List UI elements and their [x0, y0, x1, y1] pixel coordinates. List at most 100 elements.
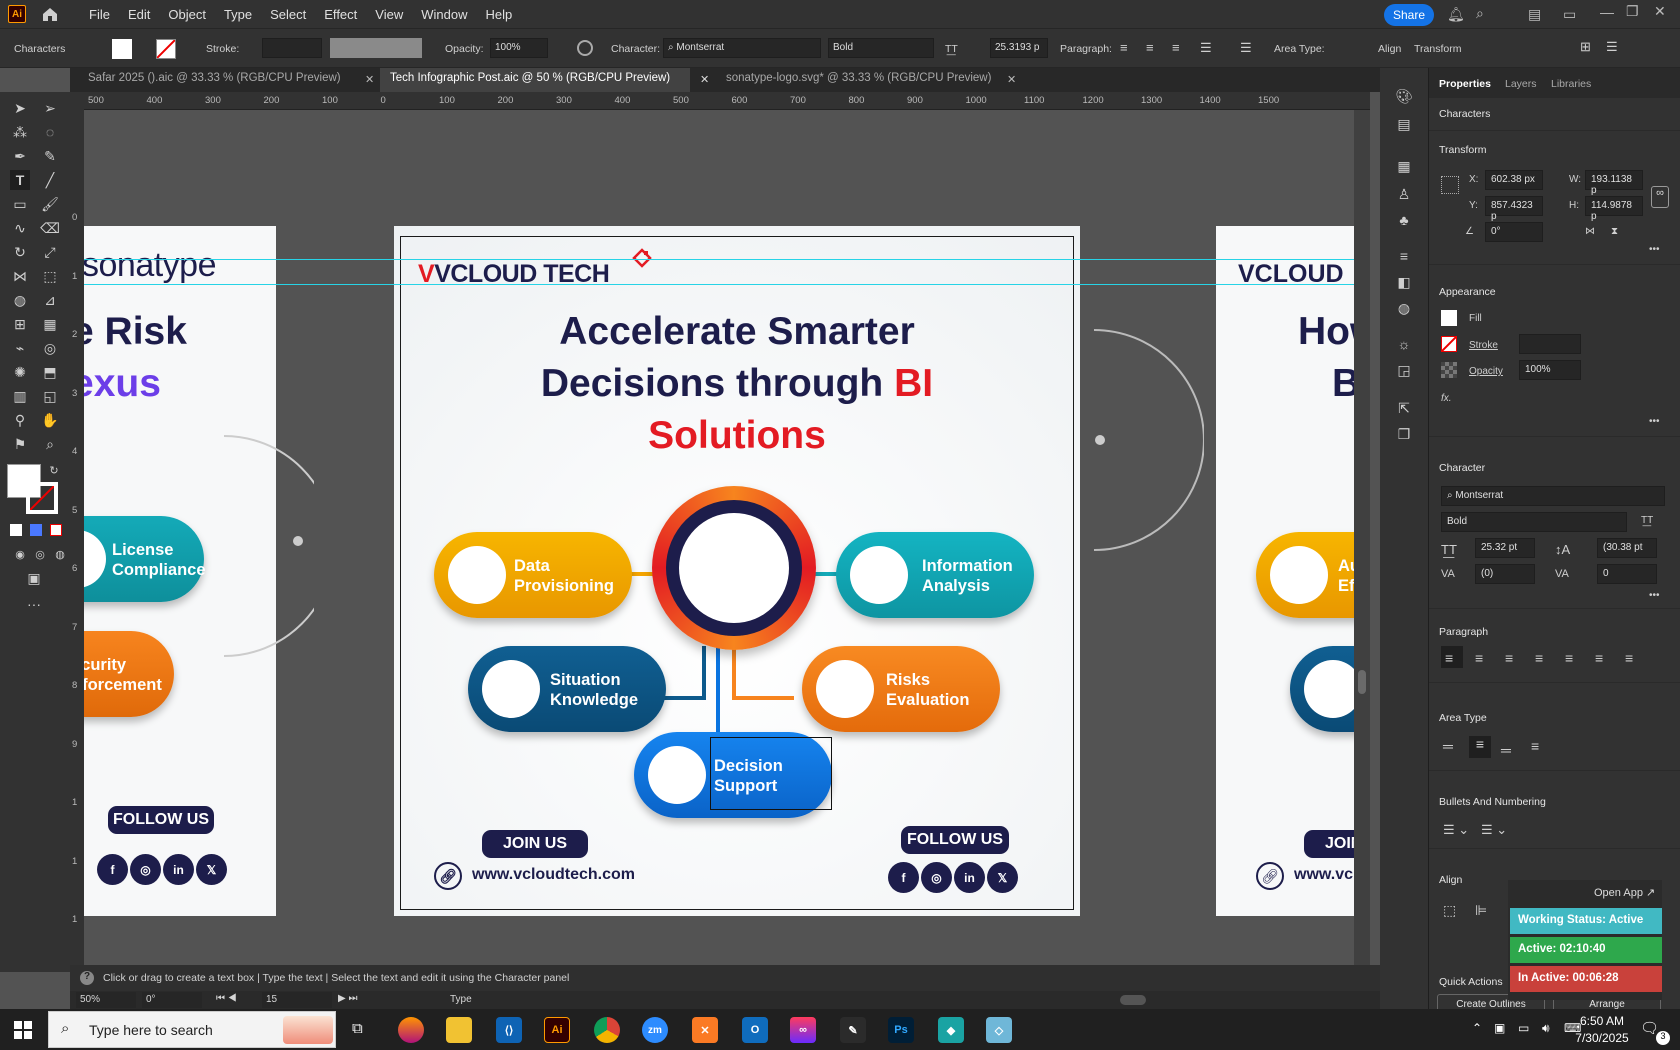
zoom-tool-icon[interactable]: ⌕ [40, 434, 60, 454]
eyedropper-sample-icon[interactable]: ⚲ [10, 410, 30, 430]
menu-select[interactable]: Select [261, 7, 315, 22]
more-tools-icon[interactable]: ··· [24, 594, 44, 614]
align-left-icon[interactable]: ≡ [1120, 40, 1128, 55]
color-panel-icon[interactable]: 🎨︎ [1394, 86, 1414, 106]
perspective-tool-icon[interactable]: ⊿ [40, 290, 60, 310]
line-tool-icon[interactable]: ╱ [40, 170, 60, 190]
bullets-icon[interactable]: ☰ [1200, 40, 1212, 56]
canvas[interactable]: sonatype e Risk exus License Compliance e… [84, 110, 1370, 965]
rotate-field[interactable]: 0° [1485, 222, 1543, 242]
artboards-icon[interactable]: ❐ [1394, 424, 1414, 444]
stroke-swatch[interactable] [1441, 336, 1457, 352]
text-selection-box[interactable] [710, 737, 832, 810]
stroke-swatch[interactable] [156, 39, 176, 59]
type-tool-icon[interactable]: T [10, 170, 30, 190]
libraries-icon[interactable]: ▦ [1394, 156, 1414, 176]
open-app-link[interactable]: Open App ↗ [1594, 886, 1655, 899]
zoom-select[interactable]: 50% [76, 992, 136, 1008]
shape-builder-tool-icon[interactable]: ◍ [10, 290, 30, 310]
rotation-select[interactable]: 0° [142, 992, 202, 1008]
screen-mode-icon[interactable]: ▣ [24, 568, 44, 588]
font-style-select[interactable]: Bold [1441, 512, 1627, 532]
align-center-icon[interactable]: ≡ [1146, 40, 1154, 55]
flip-vertical-icon[interactable]: ⧗ [1611, 226, 1618, 237]
menu-window[interactable]: Window [412, 7, 476, 22]
gradient-panel-icon[interactable]: ◧ [1394, 272, 1414, 292]
horizontal-scrollbar-thumb[interactable] [1120, 995, 1146, 1005]
draw-inside-icon[interactable]: ◍ [50, 544, 70, 564]
more-options-icon[interactable]: ••• [1649, 244, 1660, 255]
justify-all-icon[interactable]: ≡ [1625, 650, 1633, 666]
width-field[interactable]: 193.1138 p [1585, 170, 1643, 196]
tab-close-icon[interactable]: ✕ [365, 73, 374, 86]
font-size-field[interactable]: 25.3193 p [990, 38, 1048, 58]
curvature-tool-icon[interactable]: ✎ [40, 146, 60, 166]
hand-tool-icon[interactable]: ✋ [40, 410, 60, 430]
artboard-right[interactable]: VCLOUD How Ba AutoEffic JOIN US 🔗︎ www.v… [1216, 226, 1370, 916]
illustrator-icon[interactable]: Ai [544, 1017, 570, 1043]
taskbar-search-box[interactable]: ⌕ Type here to search [48, 1011, 336, 1048]
pen-tool-icon[interactable]: ✒ [10, 146, 30, 166]
menu-object[interactable]: Object [159, 7, 215, 22]
width-tool-icon[interactable]: ⋈ [10, 266, 30, 286]
share-button[interactable]: Share [1384, 4, 1434, 26]
minimize-icon[interactable]: — [1600, 4, 1614, 20]
kerning-field[interactable]: (0) [1475, 564, 1535, 584]
menu-edit[interactable]: Edit [119, 7, 159, 22]
more-options-icon[interactable]: ••• [1649, 590, 1660, 601]
tray-chevron-icon[interactable]: ⌃ [1472, 1021, 1482, 1035]
puppet-icon[interactable]: ♙ [1394, 184, 1414, 204]
opacity-label[interactable]: Opacity [1469, 366, 1503, 377]
puppet-warp-tool-icon[interactable]: ⚑ [10, 434, 30, 454]
tab-safar[interactable]: Safar 2025 ().aic @ 33.33 % (RGB/CPU Pre… [78, 68, 368, 92]
file-explorer-icon[interactable] [446, 1017, 472, 1043]
font-family-select[interactable]: ⌕ Montserrat [1441, 486, 1665, 506]
creative-cloud-icon[interactable]: ∞ [790, 1017, 816, 1043]
export-icon[interactable]: ⇱ [1394, 398, 1414, 418]
justify-center-icon[interactable]: ≡ [1565, 650, 1573, 666]
chrome-icon[interactable] [594, 1017, 620, 1043]
next-artboard-icon[interactable]: ▶ ⏭ [338, 993, 357, 1004]
panel-menu-icon[interactable]: ☰ [1606, 39, 1618, 55]
stroke-panel-icon[interactable]: ≡ [1394, 246, 1414, 266]
align-left-objects-icon[interactable]: ⊫ [1475, 902, 1487, 919]
windows-start-icon[interactable] [14, 1021, 32, 1039]
height-field[interactable]: 114.9878 p [1585, 196, 1643, 222]
magic-wand-tool-icon[interactable]: ⁂ [10, 122, 30, 142]
artboard-tool-icon[interactable]: ⬒ [40, 362, 60, 382]
opacity-field[interactable]: 100% [490, 38, 548, 58]
more-options-icon[interactable]: ••• [1649, 416, 1660, 427]
shaper-tool-icon[interactable]: ∿ [10, 218, 30, 238]
align-to-icon[interactable]: ⬚ [1443, 902, 1456, 919]
tracking-field[interactable]: 0 [1597, 564, 1657, 584]
eyedropper-tool-icon[interactable]: ⌁ [10, 338, 30, 358]
font-style-select[interactable]: Bold [828, 38, 934, 58]
font-options-icon[interactable]: T͟T [1641, 515, 1653, 526]
justify-left-icon[interactable]: ≡ [1535, 650, 1543, 666]
bullets-icon[interactable]: ☰ ⌄ [1443, 822, 1469, 838]
menu-help[interactable]: Help [476, 7, 521, 22]
first-artboard-icon[interactable]: ⏮ ◀ [216, 993, 237, 1004]
symbol-sprayer-tool-icon[interactable]: ✺ [10, 362, 30, 382]
pen-app-icon[interactable]: ✎ [840, 1017, 866, 1043]
gradient-mode-icon[interactable] [30, 524, 42, 536]
app-icon[interactable]: ◆ [938, 1017, 964, 1043]
transform-link[interactable]: Transform [1414, 43, 1461, 55]
scale-tool-icon[interactable]: ⤢ [40, 242, 60, 262]
restore-icon[interactable]: ❐ [1626, 3, 1639, 20]
font-family-select[interactable]: ⌕ Montserrat [663, 38, 821, 58]
x-field[interactable]: 602.38 px [1485, 170, 1543, 190]
paintbrush-tool-icon[interactable]: 🖌︎ [40, 194, 60, 214]
zoom-app-icon[interactable]: zm [642, 1017, 668, 1043]
stroke-label[interactable]: Stroke [1469, 340, 1498, 351]
y-field[interactable]: 857.4323 p [1485, 196, 1543, 222]
menu-effect[interactable]: Effect [315, 7, 366, 22]
recolor-icon[interactable] [577, 40, 593, 56]
graph-tool-icon[interactable]: ▥ [10, 386, 30, 406]
photoshop-icon[interactable]: Ps [888, 1017, 914, 1043]
none-mode-icon[interactable] [50, 524, 62, 536]
swap-colors-icon[interactable]: ↻ [44, 460, 64, 480]
menu-type[interactable]: Type [215, 7, 261, 22]
app-icon[interactable]: ◇ [986, 1017, 1012, 1043]
arrange-documents-icon[interactable]: ▭ [1563, 6, 1576, 23]
